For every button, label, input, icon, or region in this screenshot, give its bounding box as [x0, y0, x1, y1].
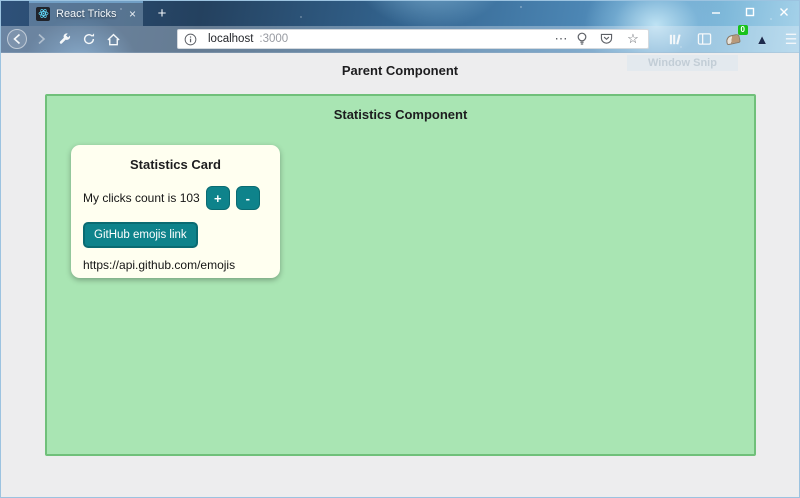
tab-close-button[interactable]: ×: [129, 8, 136, 20]
extension-shoe-icon[interactable]: 0: [723, 25, 748, 49]
home-button[interactable]: [101, 27, 125, 51]
site-info-icon[interactable]: [184, 33, 202, 46]
tools-button[interactable]: [53, 27, 77, 51]
pocket-icon[interactable]: [600, 33, 618, 45]
navigation-toolbar: localhost :3000 ⋯ ☆ 0 ▲ ☰: [1, 25, 799, 53]
back-button[interactable]: [5, 27, 29, 51]
close-button[interactable]: [767, 1, 799, 23]
maximize-button[interactable]: [733, 1, 767, 23]
lightbulb-icon[interactable]: [576, 32, 594, 46]
statistics-card-title: Statistics Card: [129, 157, 222, 172]
page-actions-button[interactable]: ⋯: [552, 31, 570, 47]
decrement-button[interactable]: -: [235, 186, 260, 210]
statistics-component: Statistics Component Statistics Card My …: [45, 94, 756, 456]
forward-button[interactable]: [29, 27, 53, 51]
clicks-row: My clicks count is 103 + -: [83, 186, 268, 210]
browser-chrome: React Tricks × + localhost:3000 ⋯ ☆ 0 ▲…: [1, 1, 799, 53]
sidebar-toggle-icon[interactable]: [694, 29, 714, 49]
page-content: Window Snip Parent Component Statistics …: [1, 53, 799, 497]
statistics-card: Statistics Card My clicks count is 103 +…: [71, 145, 280, 278]
browser-window: React Tricks × + localhost:3000 ⋯ ☆ 0 ▲…: [0, 0, 800, 498]
wrench-icon: [59, 33, 71, 44]
title-bar: React Tricks × +: [1, 1, 799, 26]
url-port-text: :3000: [259, 33, 289, 45]
bookmark-star-icon[interactable]: ☆: [624, 31, 642, 47]
extension-badge: 0: [737, 25, 748, 35]
parent-component-heading: Parent Component: [341, 63, 459, 78]
tab-react-tricks[interactable]: React Tricks ×: [29, 1, 143, 26]
menu-button[interactable]: ☰: [781, 29, 799, 49]
url-host-text: localhost: [208, 33, 254, 45]
github-emojis-link-button[interactable]: GitHub emojis link: [83, 222, 198, 248]
clicks-count-value: 103: [179, 191, 200, 205]
toolbar-right-icons: 0 ▲ ☰: [665, 25, 799, 49]
url-bar[interactable]: localhost :3000 ⋯ ☆: [177, 29, 649, 49]
clicks-label: My clicks count is: [83, 191, 177, 205]
increment-button[interactable]: +: [205, 186, 230, 210]
extension-triangle-icon[interactable]: ▲: [752, 29, 772, 49]
react-logo-icon: [36, 6, 50, 21]
window-controls: [699, 1, 799, 23]
minimize-button[interactable]: [699, 1, 733, 23]
tab-title: React Tricks: [56, 7, 117, 20]
reload-button[interactable]: [77, 27, 101, 51]
statistics-component-heading: Statistics Component: [333, 107, 468, 122]
api-url-text: https://api.github.com/emojis: [83, 258, 236, 272]
clicks-count-text: My clicks count is 103: [83, 191, 200, 205]
library-icon[interactable]: [665, 29, 685, 49]
new-tab-button[interactable]: +: [151, 3, 173, 24]
